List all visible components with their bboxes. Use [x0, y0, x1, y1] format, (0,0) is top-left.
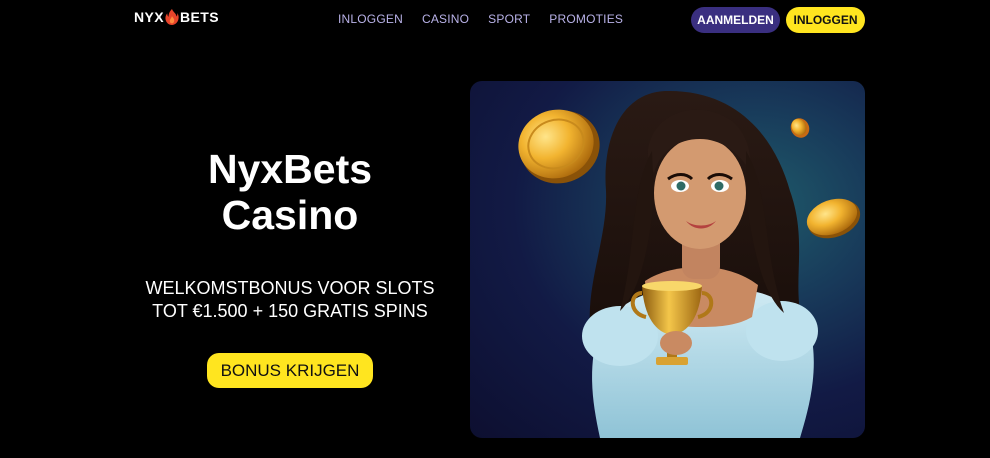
site-logo[interactable]: NYX BETS	[134, 8, 219, 26]
hero-subtitle: WELKOMSTBONUS VOOR SLOTS TOT €1.500 + 15…	[112, 277, 468, 323]
nav-item-sport[interactable]: SPORT	[488, 12, 530, 27]
nav-item-casino[interactable]: CASINO	[422, 12, 469, 27]
coin-medium	[806, 198, 861, 239]
coin-large	[518, 109, 600, 184]
hero-title: NyxBets Casino	[140, 146, 440, 238]
hero-illustration	[470, 81, 865, 438]
bonus-cta-button[interactable]: BONUS KRIJGEN	[207, 353, 373, 388]
login-button[interactable]: INLOGGEN	[786, 7, 865, 33]
site-header: NYX BETS INLOGGEN CASINO SPORT PROMOTIES…	[0, 0, 990, 40]
main-nav: INLOGGEN CASINO SPORT PROMOTIES	[338, 12, 623, 27]
hero-title-line-1: NyxBets	[207, 146, 373, 192]
coin-small	[790, 118, 810, 138]
landing-page: NYX BETS INLOGGEN CASINO SPORT PROMOTIES…	[0, 0, 990, 458]
hero-title-line-2: Casino	[221, 192, 359, 238]
nav-item-inloggen[interactable]: INLOGGEN	[338, 12, 403, 27]
hero-subtitle-line-1: WELKOMSTBONUS VOOR SLOTS	[145, 278, 435, 298]
nav-item-promoties[interactable]: PROMOTIES	[549, 12, 623, 27]
hero-subtitle-line-2: TOT €1.500 + 150 GRATIS SPINS	[152, 301, 428, 321]
hero-illustration-art	[518, 90, 861, 438]
flame-icon	[165, 9, 179, 25]
logo-text-left: NYX	[134, 9, 164, 25]
logo-text-right: BETS	[180, 9, 219, 25]
register-button[interactable]: AANMELDEN	[691, 7, 780, 33]
